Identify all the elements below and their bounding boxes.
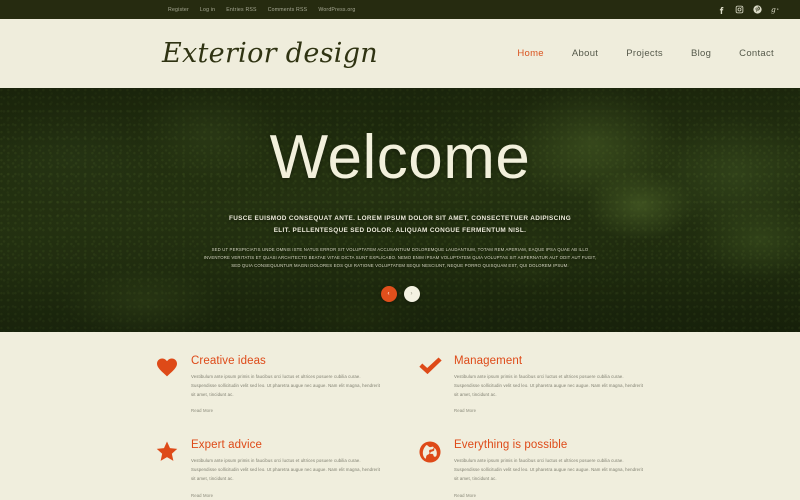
nav-item-contact[interactable]: Contact [739,48,774,59]
slider-prev-button[interactable]: ‹ [380,285,397,302]
site-logo[interactable]: Exterior design [162,38,378,69]
star-icon [155,439,179,500]
nav-item-blog[interactable]: Blog [691,48,711,59]
feature-title: Management [454,355,523,367]
hero-paragraph: Sed ut perspiciatis unde omnis iste natu… [203,246,597,269]
feature-title: Expert advice [191,439,262,452]
features-grid: Creative ideas Vestibulum ante ipsum pri… [155,355,645,500]
slider-controls: ‹ › [380,285,420,302]
feature-card-management: Management Vestibulum ante ipsum primis … [418,355,645,417]
hero-slider: Welcome Fusce euismod consequat ante. Lo… [0,88,800,332]
meta-link-register[interactable]: Register [168,7,189,13]
heart-icon [155,355,179,417]
nav-item-projects[interactable]: Projects [626,48,663,59]
feature-card-everything-is-possible: Everything is possible Vestibulum ante i… [418,439,645,500]
nav-item-home[interactable]: Home [517,48,544,59]
feature-title: Creative ideas [191,355,266,367]
feature-text: Vestibulum ante ipsum primis in faucibus… [191,458,381,481]
social-links: g [717,5,780,14]
read-more-link[interactable]: Read More [454,493,476,498]
globe-icon [418,439,442,500]
nav-item-about[interactable]: About [572,48,598,59]
meta-link-login[interactable]: Log in [200,7,215,13]
read-more-link[interactable]: Read More [454,408,476,413]
pinterest-icon[interactable] [753,5,762,14]
facebook-icon[interactable] [717,5,726,14]
svg-text:g: g [771,5,776,14]
hero-title: Welcome [269,123,531,192]
check-icon [418,355,442,417]
hero-subtitle: Fusce euismod consequat ante. Lorem ipsu… [228,215,572,234]
meta-links: Register Log in Entries RSS Comments RSS… [168,7,355,13]
meta-link-wordpress-org[interactable]: WordPress.org [318,7,355,13]
google-plus-icon[interactable]: g [771,5,780,14]
feature-title: Everything is possible [454,439,568,452]
feature-card-expert-advice: Expert advice Vestibulum ante ipsum prim… [155,439,382,500]
main-navigation: Home About Projects Blog Contact [517,48,774,59]
read-more-link[interactable]: Read More [191,493,213,498]
feature-card-creative-ideas: Creative ideas Vestibulum ante ipsum pri… [155,355,382,417]
meta-link-comments-rss[interactable]: Comments RSS [268,7,308,13]
features-section: Creative ideas Vestibulum ante ipsum pri… [0,332,800,500]
top-utility-bar: Register Log in Entries RSS Comments RSS… [0,0,800,19]
instagram-icon[interactable] [735,5,744,14]
slider-next-button[interactable]: › [403,285,420,302]
site-header: Exterior design Home About Projects Blog… [0,19,800,88]
feature-text: Vestibulum ante ipsum primis in faucibus… [454,458,644,481]
feature-text: Vestibulum ante ipsum primis in faucibus… [454,374,644,397]
feature-text: Vestibulum ante ipsum primis in faucibus… [191,374,381,397]
read-more-link[interactable]: Read More [191,408,213,413]
hero-content: Welcome Fusce euismod consequat ante. Lo… [0,88,800,332]
meta-link-entries-rss[interactable]: Entries RSS [226,7,256,13]
